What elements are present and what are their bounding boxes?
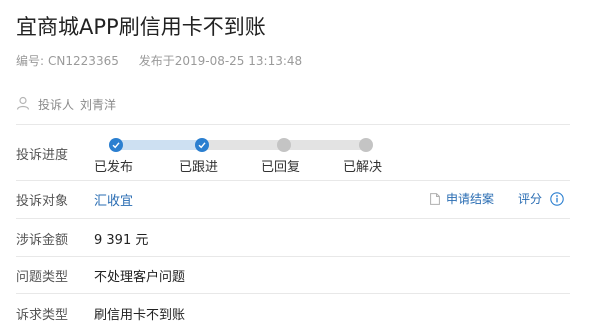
- published-label: 发布于: [138, 54, 175, 68]
- pending-step-dot: [359, 138, 373, 152]
- apply-close-button[interactable]: 申请结案: [430, 190, 494, 207]
- complaint-meta: 编号: CN1223365 发布于2019-08-25 13:13:48: [16, 52, 318, 69]
- pending-step-dot: [277, 138, 291, 152]
- divider: [16, 218, 570, 219]
- demand-type-value: 刷信用卡不到账: [94, 308, 186, 323]
- progress-step-label: 已解决: [343, 160, 383, 175]
- person-icon: [16, 96, 30, 113]
- progress-step-label: 已跟进: [179, 160, 219, 175]
- divider: [16, 256, 570, 257]
- progress-step-label: 已回复: [261, 160, 301, 175]
- complainant-label: 投诉人: [38, 98, 75, 112]
- amount-value: 9 391 元: [94, 233, 149, 248]
- divider: [16, 180, 570, 181]
- target-company-link[interactable]: 汇收宜: [94, 190, 133, 209]
- complaint-id-value: CN1223365: [48, 54, 119, 68]
- complaint-id: 编号: CN1223365: [16, 54, 123, 68]
- document-icon: [430, 192, 440, 205]
- issue-type-value: 不处理客户问题: [94, 270, 186, 285]
- rate-button[interactable]: 评分: [518, 190, 564, 207]
- checkmark-icon: [195, 138, 209, 152]
- demand-type-label: 诉求类型: [16, 308, 69, 323]
- info-icon[interactable]: [550, 191, 564, 206]
- target-label: 投诉对象: [16, 194, 69, 209]
- divider: [16, 124, 570, 125]
- progress-tracker: 已发布 已跟进 已回复 已解决: [94, 132, 384, 175]
- complaint-id-label: 编号:: [16, 54, 45, 68]
- issue-type-label: 问题类型: [16, 270, 69, 285]
- published-value: 2019-08-25 13:13:48: [174, 54, 303, 68]
- checkmark-icon: [109, 138, 123, 152]
- progress-label: 投诉进度: [16, 148, 69, 163]
- published-time: 发布于2019-08-25 13:13:48: [139, 54, 302, 68]
- progress-track-done: [116, 140, 202, 150]
- page-title: 宜商城APP刷信用卡不到账: [16, 15, 266, 39]
- complainant-name: 刘青洋: [80, 98, 117, 112]
- progress-step-label: 已发布: [94, 160, 134, 175]
- complainant-row: 投诉人 刘青洋: [16, 96, 116, 113]
- rate-label: 评分: [518, 192, 543, 206]
- amount-label: 涉诉金额: [16, 233, 69, 248]
- divider: [16, 293, 570, 294]
- apply-close-label: 申请结案: [446, 192, 495, 206]
